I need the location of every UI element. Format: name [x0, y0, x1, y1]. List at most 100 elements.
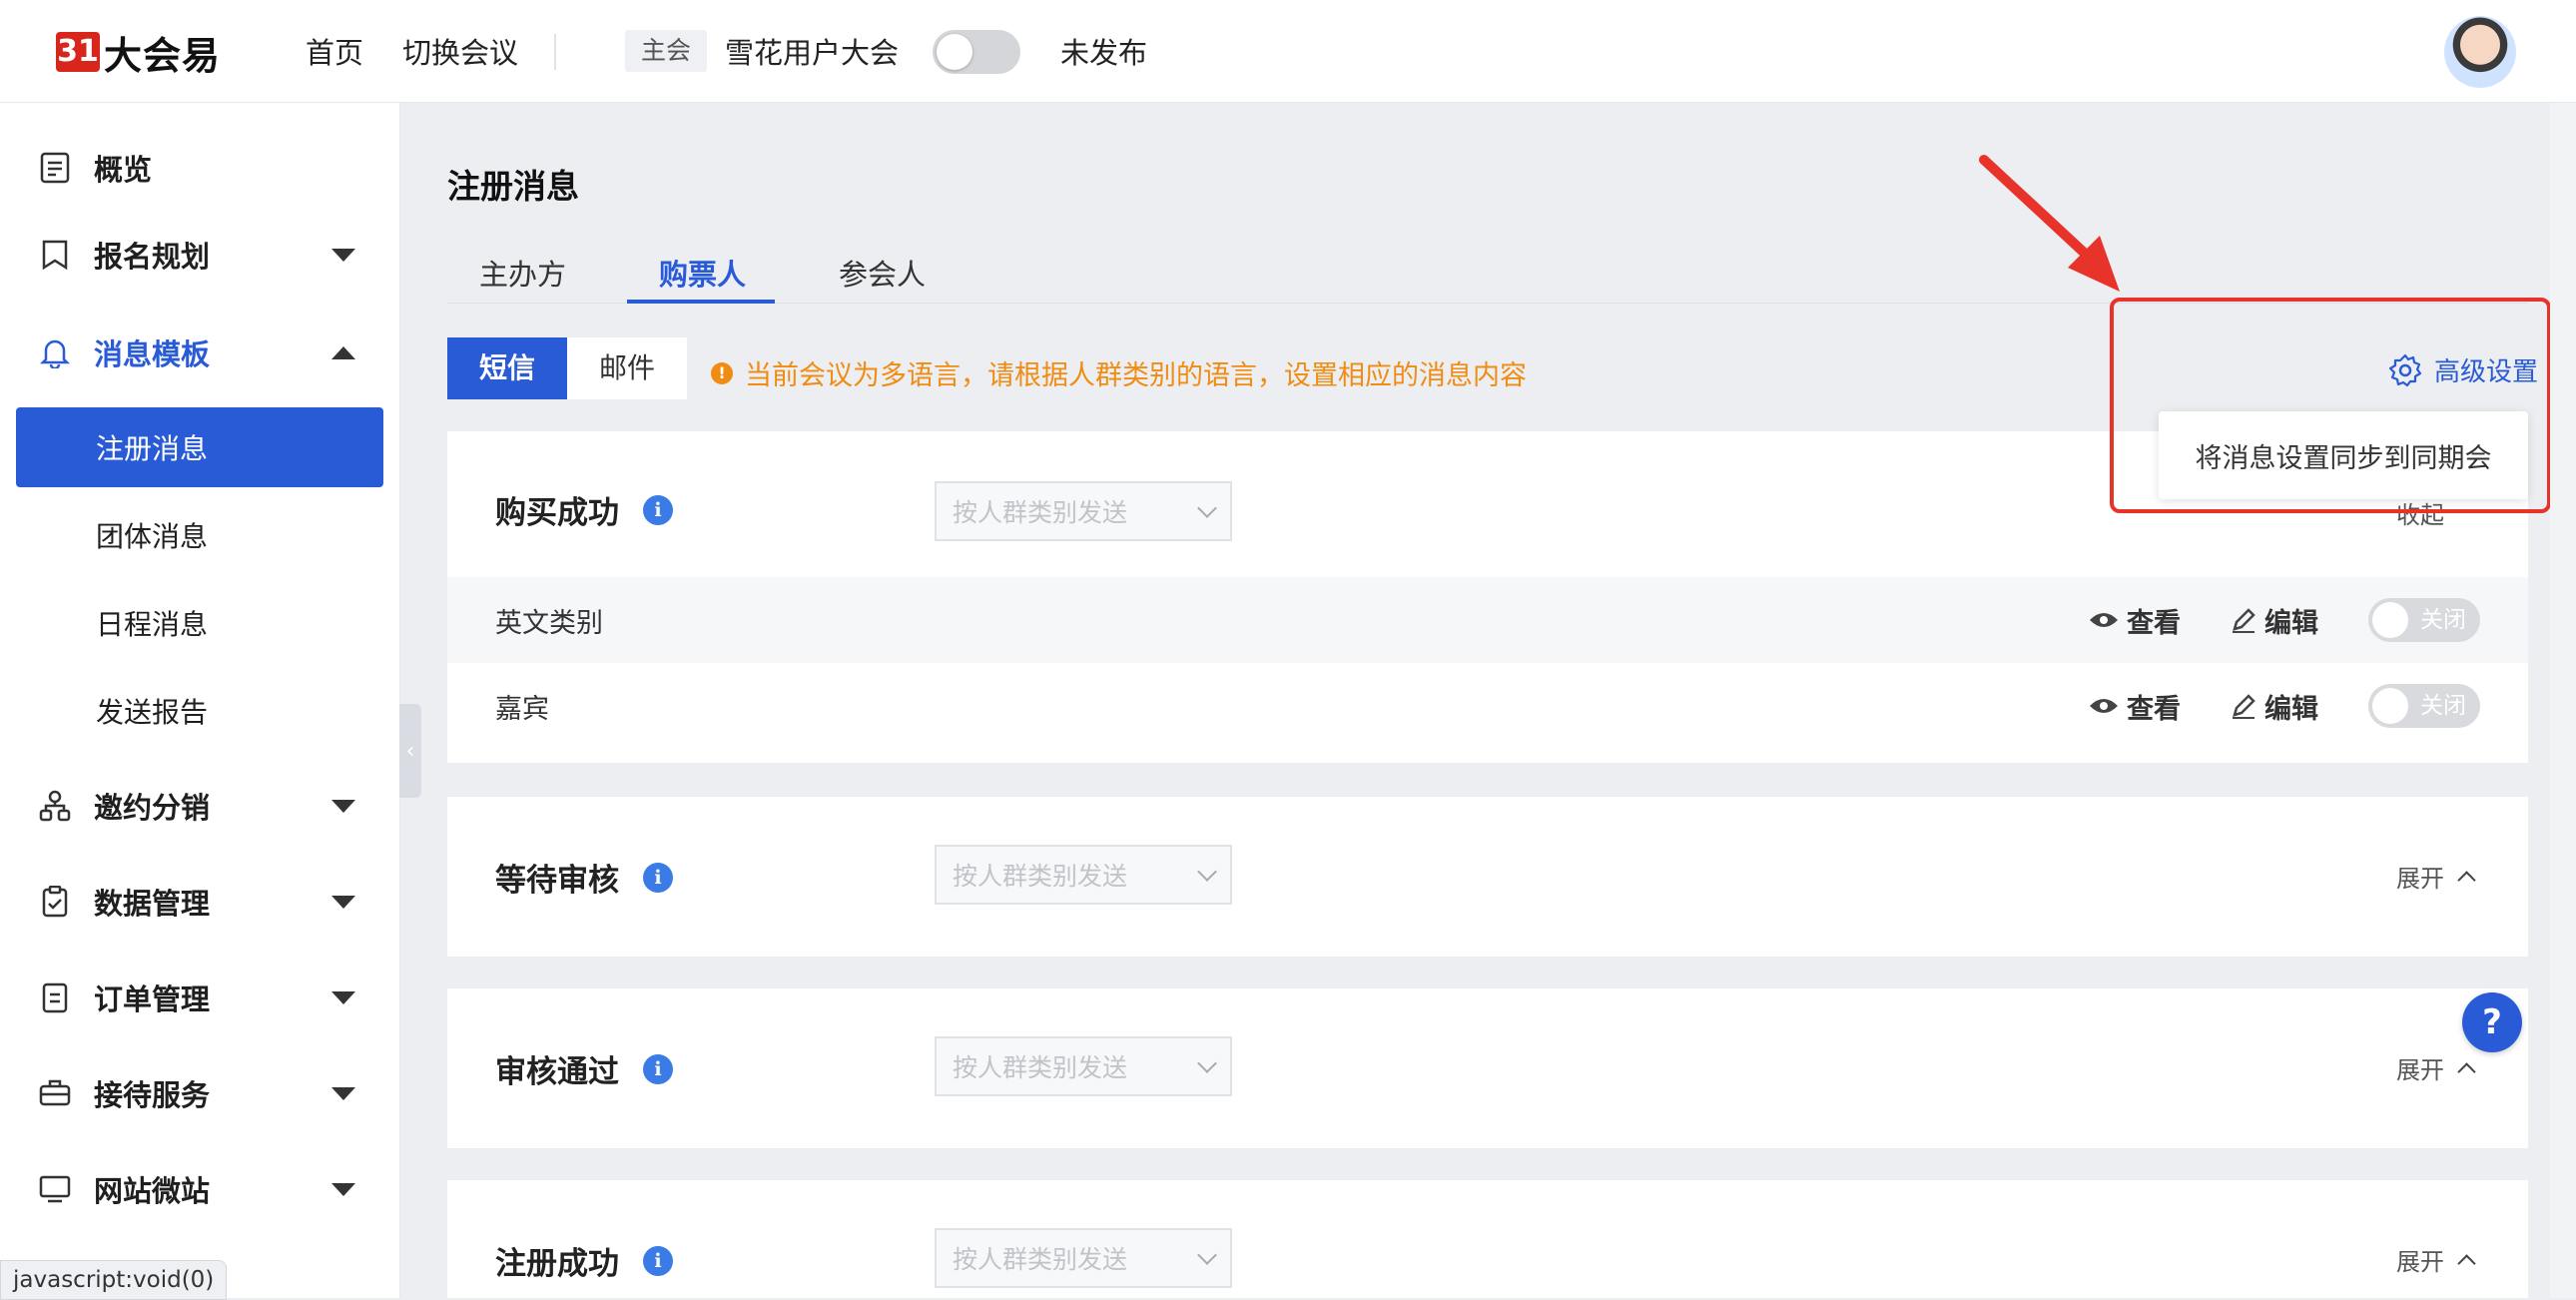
- sidebar-item-website[interactable]: 网站微站: [0, 1159, 399, 1219]
- enable-switch[interactable]: 关闭: [2368, 684, 2480, 728]
- info-icon[interactable]: i: [643, 494, 673, 525]
- sidebar-subitem-group-messages[interactable]: 团体消息: [16, 495, 383, 575]
- section-title-text: 审核通过: [495, 1054, 619, 1090]
- app-logo[interactable]: 31 大会易: [56, 30, 221, 78]
- pencil-icon: [2233, 608, 2255, 633]
- audience-select[interactable]: 按人群类别发送: [935, 1036, 1232, 1096]
- nav-home[interactable]: 首页: [306, 30, 363, 72]
- logo-text: 大会易: [104, 33, 222, 78]
- scrollbar[interactable]: [2550, 103, 2576, 1298]
- row-actions: 查看 编辑 关闭: [2089, 598, 2480, 642]
- nav-switch-conference[interactable]: 切换会议: [402, 30, 518, 72]
- tab-ticket-buyer[interactable]: 购票人: [659, 252, 746, 294]
- annotation-highlight-box: [2110, 298, 2551, 513]
- expand-toggle[interactable]: 展开: [2396, 1242, 2476, 1277]
- toggle-knob: [937, 34, 972, 70]
- audience-select[interactable]: 按人群类别发送: [935, 845, 1232, 905]
- chevron-down-icon: [1197, 1245, 1217, 1265]
- monitor-icon: [38, 1172, 72, 1206]
- pencil-icon: [2233, 694, 2255, 719]
- select-placeholder: 按人群类别发送: [953, 1245, 1128, 1274]
- sidebar-item-registration-plan[interactable]: 报名规划: [0, 225, 399, 285]
- sidebar-item-label: 报名规划: [94, 240, 211, 274]
- conference-name: 雪花用户大会: [725, 36, 900, 70]
- info-icon[interactable]: i: [643, 1245, 673, 1276]
- nav-divider: [554, 34, 556, 70]
- edit-button[interactable]: 编辑: [2231, 601, 2318, 640]
- section-registration-success: 注册成功 i 按人群类别发送 展开: [447, 1180, 2528, 1298]
- eye-icon: [2090, 699, 2118, 713]
- order-icon: [38, 980, 72, 1014]
- select-placeholder: 按人群类别发送: [953, 498, 1128, 527]
- audience-select[interactable]: 按人群类别发送: [935, 481, 1232, 541]
- table-row: 嘉宾 查看 编辑 关闭: [447, 663, 2528, 749]
- chevron-down-icon: [331, 1182, 355, 1196]
- sidebar-subitem-schedule-messages[interactable]: 日程消息: [16, 583, 383, 663]
- sidebar-item-order-management[interactable]: 订单管理: [0, 968, 399, 1027]
- expand-toggle[interactable]: 展开: [2396, 1050, 2476, 1085]
- expand-label: 展开: [2396, 1248, 2444, 1276]
- switch-label: 关闭: [2420, 693, 2466, 719]
- info-icon[interactable]: i: [643, 862, 673, 893]
- publish-toggle[interactable]: [933, 30, 1020, 74]
- channel-email-button[interactable]: 邮件: [567, 337, 688, 399]
- chevron-down-icon: [331, 895, 355, 909]
- main-conference-tag: 主会: [625, 30, 708, 72]
- chevron-up-icon: [2457, 1254, 2476, 1273]
- tab-organizer[interactable]: 主办方: [479, 252, 566, 294]
- row-category: 英文类别: [495, 607, 603, 639]
- view-button[interactable]: 查看: [2089, 601, 2181, 640]
- section-pending-review: 等待审核 i 按人群类别发送 展开: [447, 797, 2528, 957]
- info-icon[interactable]: i: [643, 1053, 673, 1084]
- sidebar-subitem-registration-messages[interactable]: 注册消息: [16, 407, 383, 487]
- overview-icon: [38, 151, 72, 185]
- sidebar-item-label: 邀约分销: [94, 791, 211, 825]
- enable-switch[interactable]: 关闭: [2368, 598, 2480, 642]
- section-title-text: 等待审核: [495, 863, 619, 899]
- row-actions: 查看 编辑 关闭: [2089, 684, 2480, 728]
- section-title-text: 注册成功: [495, 1246, 619, 1282]
- sidebar-collapse-handle[interactable]: ‹: [399, 704, 421, 798]
- sidebar-item-label: 订单管理: [94, 982, 211, 1016]
- chevron-up-icon: [2457, 871, 2476, 890]
- section-title: 等待审核 i: [495, 855, 673, 900]
- section-title: 注册成功 i: [495, 1238, 673, 1283]
- chevron-down-icon: [331, 799, 355, 813]
- chevron-down-icon: [1197, 862, 1217, 882]
- audience-select[interactable]: 按人群类别发送: [935, 1228, 1232, 1288]
- sidebar-item-data-management[interactable]: 数据管理: [0, 872, 399, 932]
- chevron-down-icon: [331, 248, 355, 262]
- org-chart-icon: [38, 789, 72, 823]
- browser-status-bar: javascript:void(0): [0, 1260, 228, 1300]
- section-review-approved: 审核通过 i 按人群类别发送 展开: [447, 988, 2528, 1148]
- edit-button[interactable]: 编辑: [2231, 687, 2318, 726]
- channel-sms-button[interactable]: 短信: [447, 337, 568, 399]
- sidebar-item-label: 概览: [94, 153, 153, 187]
- expand-toggle[interactable]: 展开: [2396, 859, 2476, 894]
- view-label: 查看: [2127, 607, 2181, 639]
- sidebar-item-message-templates[interactable]: 消息模板: [0, 323, 399, 382]
- section-title-text: 购买成功: [495, 495, 619, 531]
- view-button[interactable]: 查看: [2089, 687, 2181, 726]
- sidebar-item-label: 接待服务: [94, 1078, 211, 1112]
- eye-icon: [2090, 613, 2118, 627]
- sidebar-item-label: 消息模板: [94, 337, 211, 371]
- chevron-up-icon: [2457, 1062, 2476, 1081]
- avatar[interactable]: [2444, 16, 2516, 88]
- sidebar-subitem-send-report[interactable]: 发送报告: [16, 671, 383, 751]
- help-button[interactable]: ?: [2462, 992, 2522, 1052]
- sidebar-item-invite-distribution[interactable]: 邀约分销: [0, 776, 399, 836]
- sidebar-item-overview[interactable]: 概览: [0, 138, 399, 198]
- active-tab-indicator: [627, 300, 775, 304]
- switch-knob: [2372, 602, 2408, 638]
- sidebar-item-reception-service[interactable]: 接待服务: [0, 1063, 399, 1123]
- tab-attendee[interactable]: 参会人: [839, 252, 926, 294]
- sidebar-item-label: 网站微站: [94, 1174, 211, 1208]
- view-label: 查看: [2127, 693, 2181, 725]
- publish-status: 未发布: [1060, 36, 1148, 70]
- sidebar-item-label: 数据管理: [94, 887, 211, 921]
- notice-text: 当前会议为多语言，请根据人群类别的语言，设置相应的消息内容: [745, 360, 1527, 391]
- select-placeholder: 按人群类别发送: [953, 1053, 1128, 1082]
- section-title: 审核通过 i: [495, 1046, 673, 1091]
- edit-label: 编辑: [2264, 693, 2318, 725]
